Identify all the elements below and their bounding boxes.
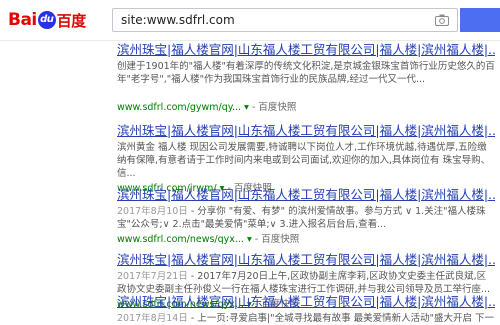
- search-box[interactable]: [112, 8, 458, 32]
- snapshot-link[interactable]: - 百度快照: [255, 234, 299, 245]
- result-description: 2017年8月10日 - 分享你 "有爱、有梦" 的滨州爱情故事。参与方式 ∨ …: [117, 205, 495, 231]
- result-meta: www.sdfrl.com/news/qyx... ▾ - 百度快照: [117, 233, 495, 246]
- result-date: 2017年8月14日: [117, 313, 188, 324]
- result-url[interactable]: www.sdfrl.com/news/qyx...: [117, 234, 244, 245]
- logo-bai-text: Bai: [8, 10, 37, 30]
- snapshot-link[interactable]: - 百度快照: [252, 102, 296, 113]
- logo-cn-text: 百度: [56, 11, 87, 30]
- result-item: 滨州珠宝|福人楼官网|山东福人楼工贸有限公司|福人楼|滨州福人楼|... 201…: [117, 187, 495, 246]
- result-title-link[interactable]: 滨州珠宝|福人楼官网|山东福人楼工贸有限公司|福人楼|滨州福人楼|...: [117, 187, 495, 203]
- baidu-logo[interactable]: Bai du 百度: [8, 9, 86, 31]
- search-input[interactable]: [113, 9, 421, 31]
- dropdown-arrow-icon[interactable]: ▾: [244, 102, 252, 113]
- result-url[interactable]: www.sdfrl.com/gywm/qy...: [117, 102, 241, 113]
- result-title-link[interactable]: 滨州珠宝|福人楼官网|山东福人楼工贸有限公司|福人楼|滨州福人楼|...: [117, 252, 495, 268]
- result-title-link[interactable]: 滨州珠宝|福人楼官网|山东福人楼工贸有限公司|福人楼|滨州福人楼|...: [117, 123, 495, 139]
- result-date: 2017年7月21日: [117, 271, 188, 282]
- result-meta: www.sdfrl.com/gywm/qy... ▾ - 百度快照: [117, 101, 495, 114]
- header-bar: Bai du 百度: [0, 0, 500, 41]
- result-description: 滨州黄金 福人楼 现因公司发展需要,特诚聘以下岗位人才,工作环境优越,待遇优厚,…: [117, 142, 491, 179]
- result-description: 创建于1901年的"福人楼"有着深厚的传统文化积淀,是京城金银珠宝首饰行业历史悠…: [117, 61, 495, 85]
- result-title-link[interactable]: 滨州珠宝|福人楼官网|山东福人楼工贸有限公司|福人楼|滨州福人楼|...: [117, 294, 495, 310]
- result-date: 2017年8月10日: [117, 206, 188, 217]
- result-title-link[interactable]: 滨州珠宝|福人楼官网|山东福人楼工贸有限公司|福人楼|滨州福人楼|...: [117, 42, 495, 58]
- result-item: 滨州珠宝|福人楼官网|山东福人楼工贸有限公司|福人楼|滨州福人楼|... 滨州黄…: [117, 123, 495, 195]
- result-description: 2017年7月21日 - 2017年7月20日上午,区政协副主席李莉,区政协文史…: [117, 270, 495, 296]
- dropdown-arrow-icon[interactable]: ▾: [247, 234, 255, 245]
- camera-icon[interactable]: [435, 14, 449, 26]
- result-item: 滨州珠宝|福人楼官网|山东福人楼工贸有限公司|福人楼|滨州福人楼|... 创建于…: [117, 42, 495, 114]
- result-item: 滨州珠宝|福人楼官网|山东福人楼工贸有限公司|福人楼|滨州福人楼|... 201…: [117, 294, 495, 325]
- paw-icon: du: [37, 11, 56, 29]
- result-description: 2017年8月14日 - 上一页:寻爱启事|"全城寻找最有故事 最美爱情新人活动…: [117, 312, 495, 325]
- search-button[interactable]: [460, 8, 500, 32]
